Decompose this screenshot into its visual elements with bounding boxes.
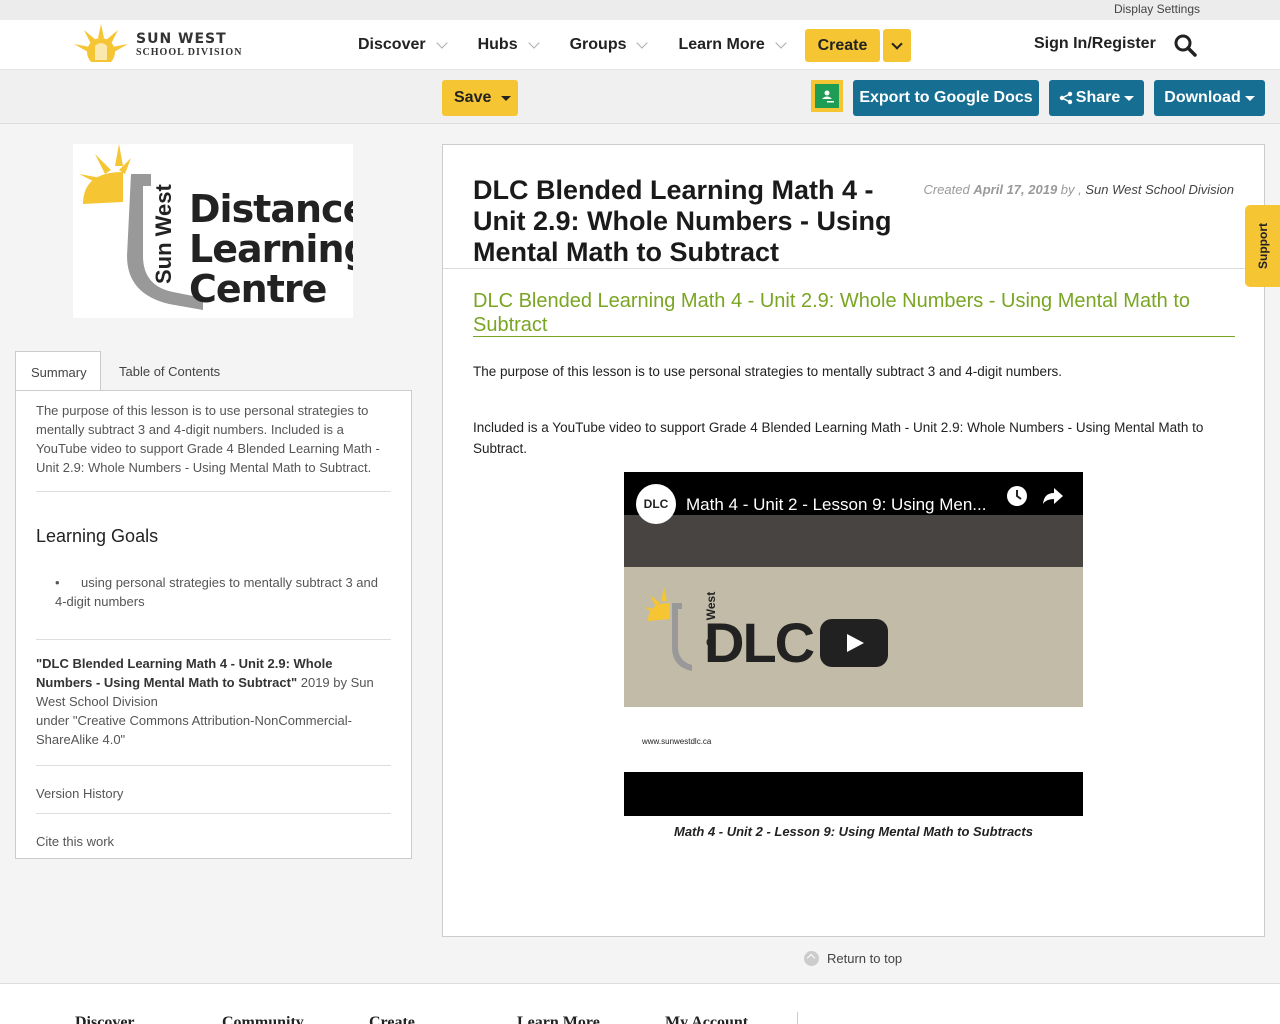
download-button[interactable]: Download xyxy=(1154,80,1265,116)
create-dropdown-button[interactable] xyxy=(883,29,911,62)
play-button[interactable] xyxy=(820,619,888,667)
save-button[interactable]: Save xyxy=(442,80,518,116)
divider xyxy=(36,639,391,640)
video-caption: Math 4 - Unit 2 - Lesson 9: Using Mental… xyxy=(674,824,1033,839)
video-logo-text: DLC xyxy=(704,611,815,674)
created-date: April 17, 2019 xyxy=(973,182,1058,197)
sun-logo-icon xyxy=(70,22,132,68)
brand-name: SUN WEST xyxy=(136,31,227,47)
share-icon[interactable] xyxy=(1042,486,1064,506)
logo-sun-west-text: Sun West xyxy=(151,183,176,284)
learning-goals-heading: Learning Goals xyxy=(36,526,159,546)
nav-hubs[interactable]: Hubs xyxy=(477,36,540,54)
logo-distance-text: Distance xyxy=(189,187,353,231)
author-link[interactable]: Sun West School Division xyxy=(1085,182,1234,197)
site-header: SUN WEST SCHOOL DIVISION Discover Hubs G… xyxy=(0,20,1280,70)
nav-discover-label: Discover xyxy=(358,36,426,53)
nav-groups-label: Groups xyxy=(569,36,627,53)
attribution-license[interactable]: under "Creative Commons Attribution-NonC… xyxy=(36,713,352,747)
youtube-video-embed[interactable]: DLC Math 4 - Unit 2 - Lesson 9: Using Me… xyxy=(624,472,1083,816)
main-nav: Discover Hubs Groups Learn More xyxy=(358,20,817,70)
sidebar-tabs: Summary Table of Contents xyxy=(15,351,412,392)
chevron-down-icon xyxy=(435,37,448,49)
summary-panel: The purpose of this lesson is to use per… xyxy=(15,390,412,859)
divider xyxy=(443,268,1264,269)
attribution: "DLC Blended Learning Math 4 - Unit 2.9:… xyxy=(36,654,391,749)
cite-this-work-link[interactable]: Cite this work xyxy=(36,822,391,861)
page-title: DLC Blended Learning Math 4 - Unit 2.9: … xyxy=(473,175,892,267)
created-meta: Created April 17, 2019 by , Sun West Sch… xyxy=(923,182,1234,197)
logo-centre-text: Centre xyxy=(189,267,326,311)
nav-learn-more-label: Learn More xyxy=(678,36,765,53)
created-label: Created xyxy=(923,182,970,197)
share-button[interactable]: Share xyxy=(1049,80,1144,116)
resource-content: DLC Blended Learning Math 4 - Unit 2.9: … xyxy=(442,144,1265,937)
caret-down-icon xyxy=(1124,95,1135,101)
nav-learn-more[interactable]: Learn More xyxy=(678,36,787,54)
divider xyxy=(797,1012,798,1024)
channel-avatar[interactable]: DLC xyxy=(636,484,676,524)
content-heading: DLC Blended Learning Math 4 - Unit 2.9: … xyxy=(473,289,1235,337)
sign-in-register-link[interactable]: Sign In/Register xyxy=(1034,35,1156,53)
dlc-logo: Sun West Distance Learning Centre xyxy=(73,144,371,318)
chevron-down-icon xyxy=(891,37,903,50)
chevron-down-icon xyxy=(775,37,787,49)
divider xyxy=(36,491,391,492)
download-label: Download xyxy=(1164,89,1241,106)
arrow-up-icon xyxy=(804,951,819,966)
export-google-docs-button[interactable]: Export to Google Docs xyxy=(853,80,1039,116)
video-url-text: www.sunwestdlc.ca xyxy=(642,737,712,746)
footer-create[interactable]: Create xyxy=(369,1014,415,1024)
content-paragraph: The purpose of this lesson is to use per… xyxy=(473,364,1063,379)
save-label: Save xyxy=(454,89,492,106)
brand-subtitle: SCHOOL DIVISION xyxy=(136,47,243,58)
footer-my-account[interactable]: My Account xyxy=(665,1014,748,1024)
share-label: Share xyxy=(1075,89,1121,106)
logo-learning-text: Learning xyxy=(189,227,353,271)
return-to-top-link[interactable]: Return to top xyxy=(804,951,902,966)
learning-goal-text: using personal strategies to mentally su… xyxy=(55,575,379,609)
return-to-top-label: Return to top xyxy=(827,951,903,966)
footer-community[interactable]: Community xyxy=(222,1014,304,1024)
support-tab[interactable]: Support xyxy=(1245,205,1280,287)
site-footer: Discover Community Create Learn More My … xyxy=(0,983,1280,1024)
watch-later-icon[interactable] xyxy=(1006,485,1028,507)
chevron-down-icon xyxy=(527,37,540,49)
create-button[interactable]: Create xyxy=(805,29,880,62)
nav-hubs-label: Hubs xyxy=(477,36,518,53)
caret-down-icon xyxy=(1244,95,1255,101)
dlc-sun-icon xyxy=(644,587,692,671)
display-settings-link[interactable]: Display Settings xyxy=(1114,2,1200,16)
resource-toolbar: Save Export to Google Docs Share Downloa… xyxy=(0,70,1280,124)
support-label: Support xyxy=(1255,223,1270,269)
footer-discover[interactable]: Discover xyxy=(75,1014,135,1024)
divider xyxy=(36,813,391,814)
share-icon xyxy=(1059,91,1072,105)
video-frame-band xyxy=(624,515,1083,567)
divider xyxy=(36,765,391,766)
tab-summary[interactable]: Summary xyxy=(15,351,101,392)
chevron-down-icon xyxy=(636,37,649,49)
nav-discover[interactable]: Discover xyxy=(358,36,448,54)
sun-west-logo[interactable]: SUN WEST SCHOOL DIVISION xyxy=(70,20,242,70)
by-label: by , xyxy=(1060,182,1082,197)
summary-text: The purpose of this lesson is to use per… xyxy=(36,403,380,475)
caret-down-icon xyxy=(501,95,512,101)
google-classroom-icon[interactable] xyxy=(811,80,843,112)
content-paragraph: Included is a YouTube video to support G… xyxy=(473,420,1204,456)
nav-groups[interactable]: Groups xyxy=(569,36,649,54)
learning-goal-item: • using personal strategies to mentally … xyxy=(36,573,391,611)
footer-learn-more[interactable]: Learn More xyxy=(517,1014,600,1024)
version-history-link[interactable]: Version History xyxy=(36,774,391,813)
video-title[interactable]: Math 4 - Unit 2 - Lesson 9: Using Men... xyxy=(686,495,986,515)
attribution-title: "DLC Blended Learning Math 4 - Unit 2.9:… xyxy=(36,656,333,690)
utility-bar: Display Settings xyxy=(0,0,1280,20)
bullet-icon: • xyxy=(55,575,60,590)
tab-table-of-contents[interactable]: Table of Contents xyxy=(104,351,235,391)
